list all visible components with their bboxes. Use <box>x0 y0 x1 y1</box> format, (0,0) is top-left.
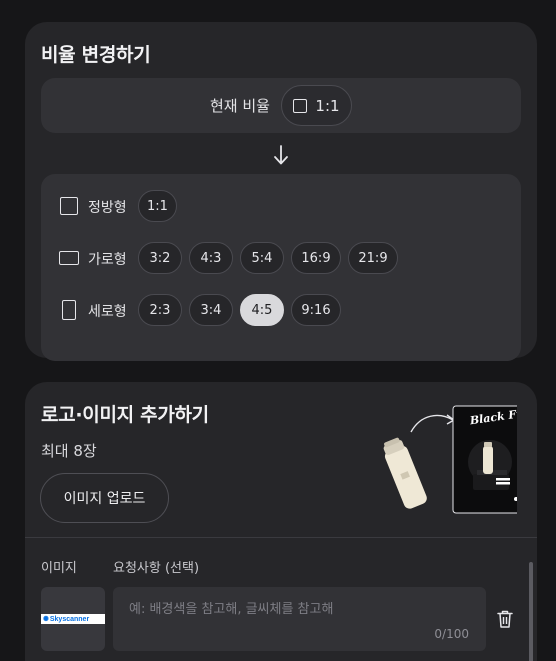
ratio-row-label: 세로형 <box>88 304 127 320</box>
column-header-image: 이미지 <box>41 561 77 576</box>
trash-icon[interactable] <box>496 609 514 629</box>
ratio-option-3-2[interactable]: 3:2 <box>138 242 182 274</box>
max-images-text: 최대 8장 <box>41 442 97 460</box>
ratio-option-3-4[interactable]: 3:4 <box>189 294 233 326</box>
current-ratio-chip: 1:1 <box>281 85 352 126</box>
ratio-change-card: 비율 변경하기 현재 비율 1:1 정방형 1:1 가로형 3:2 4:3 5:… <box>25 22 537 361</box>
skyscanner-logo: ✺ Skyscanner <box>41 614 105 624</box>
logo-image-card: 로고·이미지 추가하기 최대 8장 이미지 업로드 Black Friday 이… <box>25 382 537 661</box>
ratio-option-5-4[interactable]: 5:4 <box>240 242 284 274</box>
ratio-option-2-3[interactable]: 2:3 <box>138 294 182 326</box>
image-upload-button[interactable]: 이미지 업로드 <box>40 473 169 523</box>
ratio-row-label: 정방형 <box>88 200 127 216</box>
request-textarea[interactable]: 예: 배경색을 참고해, 글씨체를 참고해 0/100 <box>113 587 486 651</box>
column-header-request: 요청사항 (선택) <box>113 561 200 576</box>
ratio-option-1-1[interactable]: 1:1 <box>138 190 177 222</box>
square-ratio-icon <box>60 197 78 215</box>
landscape-ratio-icon <box>59 251 79 265</box>
ratio-options-box: 정방형 1:1 가로형 3:2 4:3 5:4 16:9 21:9 세로형 2:… <box>41 174 521 361</box>
ratio-card-title: 비율 변경하기 <box>41 44 151 66</box>
ratio-option-21-9[interactable]: 21:9 <box>348 242 398 274</box>
square-icon <box>293 98 308 113</box>
portrait-ratio-icon <box>62 300 76 320</box>
sample-illustration: Black Friday <box>383 403 517 514</box>
ratio-row-landscape: 가로형 3:2 4:3 5:4 16:9 21:9 <box>41 242 521 274</box>
current-ratio-value: 1:1 <box>315 96 340 115</box>
ratio-option-4-5[interactable]: 4:5 <box>240 294 284 326</box>
arrow-down-icon <box>274 145 288 165</box>
ratio-option-16-9[interactable]: 16:9 <box>291 242 341 274</box>
sun-logo-icon: ✺ <box>43 616 49 623</box>
current-ratio-label: 현재 비율 <box>210 97 270 115</box>
scrollbar[interactable] <box>529 562 533 661</box>
ratio-option-9-16[interactable]: 9:16 <box>291 294 341 326</box>
logo-card-title: 로고·이미지 추가하기 <box>41 404 209 426</box>
ratio-row-portrait: 세로형 2:3 3:4 4:5 9:16 <box>41 294 521 326</box>
thumb-logo-text: Skyscanner <box>49 615 90 623</box>
uploaded-image-thumbnail[interactable]: ✺ Skyscanner <box>41 587 105 651</box>
ratio-row-square: 정방형 1:1 <box>41 190 521 222</box>
ratio-row-label: 가로형 <box>88 252 127 268</box>
section-divider <box>25 537 537 538</box>
request-placeholder: 예: 배경색을 참고해, 글씨체를 참고해 <box>129 602 334 617</box>
current-ratio-box: 현재 비율 1:1 <box>41 78 521 133</box>
request-char-counter: 0/100 <box>434 627 469 641</box>
ratio-option-4-3[interactable]: 4:3 <box>189 242 233 274</box>
